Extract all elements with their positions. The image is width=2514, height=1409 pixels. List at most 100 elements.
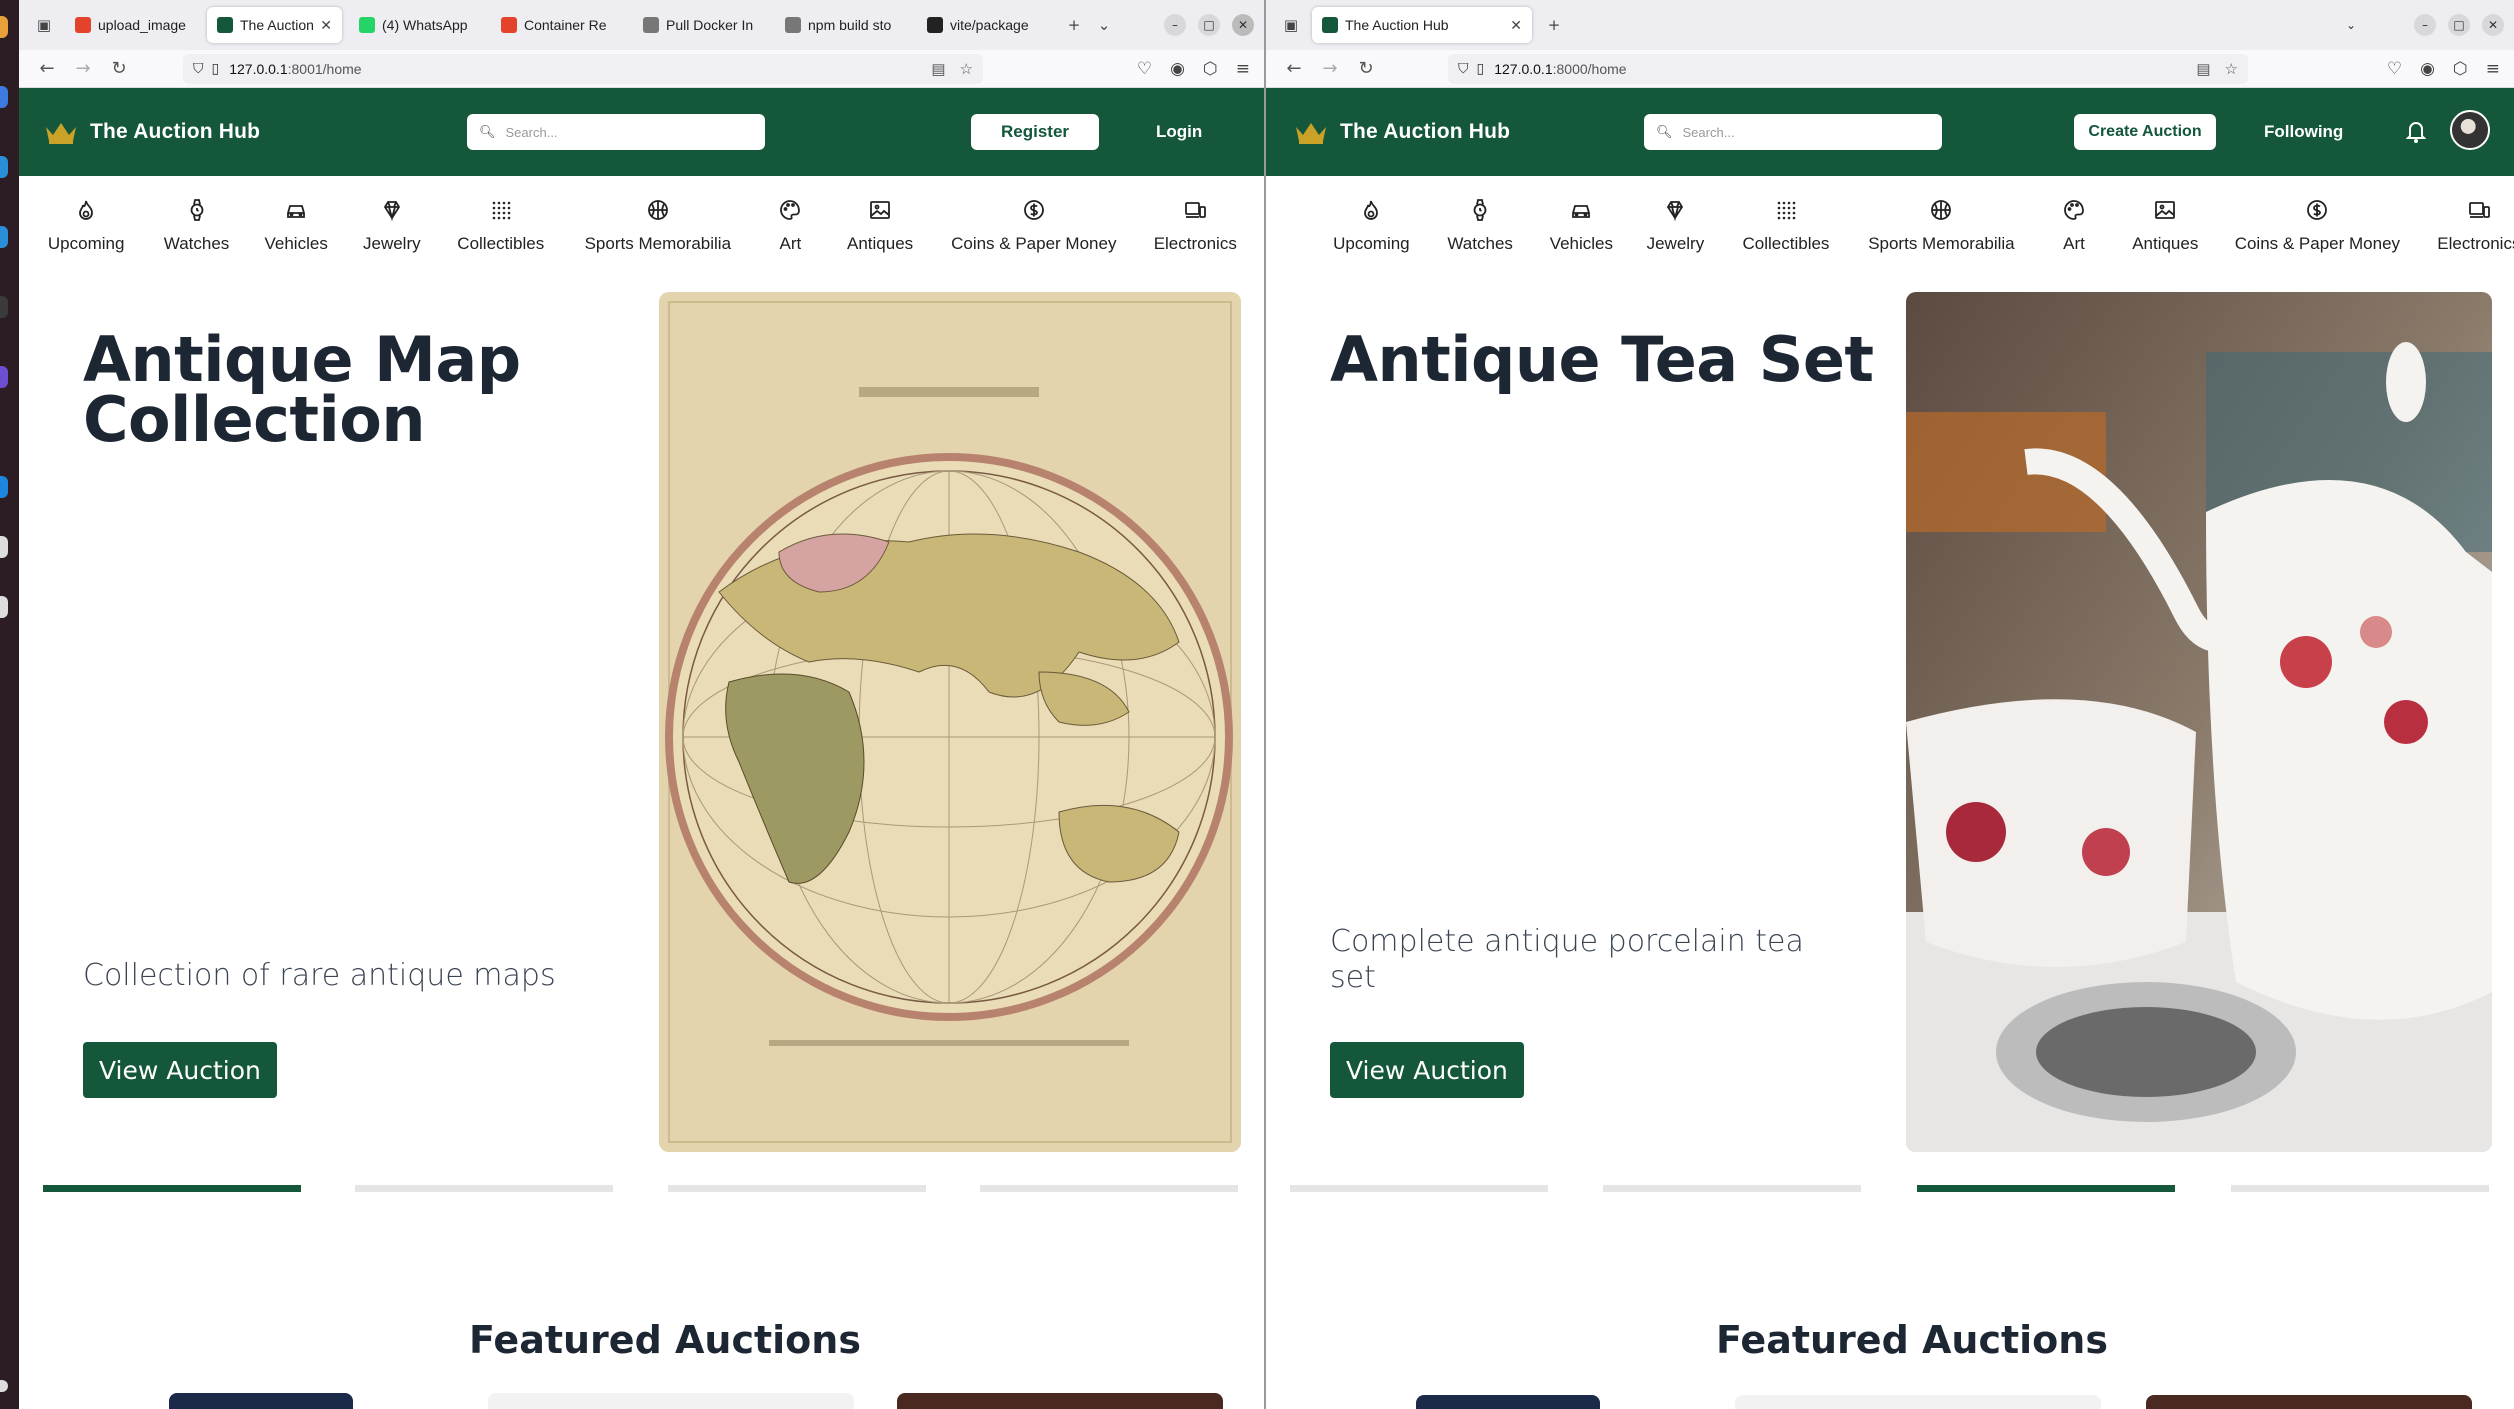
back-icon[interactable]: ← (1276, 58, 1312, 79)
carousel-indicator[interactable] (355, 1185, 613, 1192)
category-sports-memorabilia[interactable]: Sports Memorabilia (585, 198, 731, 254)
dock-app-icon[interactable] (0, 536, 8, 558)
dock-app-grid-icon[interactable] (0, 1380, 8, 1392)
search-input[interactable]: 🔍︎ Search... (467, 114, 765, 150)
category-electronics[interactable]: Electronics (2437, 198, 2514, 254)
carousel-indicator[interactable] (668, 1185, 926, 1192)
forward-icon[interactable]: → (1312, 58, 1348, 79)
category-collectibles[interactable]: Collectibles (457, 198, 544, 254)
dock-app-icon[interactable] (0, 86, 8, 108)
view-auction-button[interactable]: View Auction (83, 1042, 277, 1098)
browser-tab[interactable]: upload_image (65, 7, 200, 43)
menu-icon[interactable]: ≡ (1236, 59, 1250, 79)
category-upcoming[interactable]: Upcoming (48, 198, 124, 254)
featured-card-thumbnail[interactable] (897, 1393, 1223, 1409)
category-electronics[interactable]: Electronics (1154, 198, 1237, 254)
featured-card-thumbnail[interactable] (488, 1393, 854, 1409)
browser-tab[interactable]: vite/package (917, 7, 1052, 43)
category-coins-paper-money[interactable]: Coins & Paper Money (2235, 198, 2400, 254)
extensions-icon[interactable]: ⬡ (2453, 59, 2468, 79)
create-auction-button[interactable]: Create Auction (2074, 114, 2216, 150)
close-window-icon[interactable]: ✕ (2482, 14, 2504, 36)
pocket-icon[interactable]: ♡ (2387, 59, 2402, 79)
account-icon[interactable]: ◉ (2420, 59, 2435, 79)
close-tab-icon[interactable]: ✕ (1510, 17, 1522, 34)
new-tab-icon[interactable]: + (1059, 10, 1089, 40)
pocket-icon[interactable]: ♡ (1137, 59, 1152, 79)
carousel-indicator[interactable] (1290, 1185, 1548, 1192)
bookmark-star-icon[interactable]: ☆ (960, 60, 973, 78)
category-antiques[interactable]: Antiques (2132, 198, 2198, 254)
category-jewelry[interactable]: Jewelry (363, 198, 421, 254)
browser-tab[interactable]: The Auction Hub✕ (1312, 7, 1532, 43)
featured-card-thumbnail[interactable] (169, 1393, 353, 1409)
login-link[interactable]: Login (1156, 114, 1202, 150)
dock-app-icon[interactable] (0, 226, 8, 248)
category-vehicles[interactable]: Vehicles (265, 198, 328, 254)
bell-icon[interactable] (2404, 118, 2428, 144)
tab-list-chevron-icon[interactable]: ⌄ (1089, 10, 1119, 40)
carousel-indicator[interactable] (980, 1185, 1238, 1192)
dock-app-icon[interactable] (0, 156, 8, 178)
bookmark-star-icon[interactable]: ☆ (2225, 60, 2238, 78)
hero-image-tea-set[interactable] (1906, 292, 2492, 1152)
brand-logo[interactable]: The Auction Hub (44, 88, 260, 176)
browser-tab[interactable]: The Auction Hub✕ (207, 7, 342, 43)
address-bar[interactable]: ⛉ ▯ 127.0.0.1:8001/home ▤ ☆ (183, 53, 983, 84)
carousel-indicator[interactable] (2231, 1185, 2489, 1192)
category-coins-paper-money[interactable]: Coins & Paper Money (951, 198, 1116, 254)
dock-app-icon[interactable] (0, 296, 8, 318)
maximize-icon[interactable]: □ (1198, 14, 1220, 36)
category-jewelry[interactable]: Jewelry (1647, 198, 1704, 254)
dock-app-icon[interactable] (0, 16, 8, 38)
new-tab-icon[interactable]: + (1539, 10, 1569, 40)
brand-logo[interactable]: The Auction Hub (1294, 88, 1510, 176)
reader-view-icon[interactable]: ▤ (931, 60, 945, 78)
category-art[interactable]: Art (778, 198, 802, 254)
reader-view-icon[interactable]: ▤ (2196, 60, 2210, 78)
tab-overview-icon[interactable]: ▣ (1276, 10, 1306, 40)
browser-tab[interactable]: Pull Docker In (633, 7, 768, 43)
featured-card-thumbnail[interactable] (1735, 1395, 2101, 1409)
minimize-icon[interactable]: – (2414, 14, 2436, 36)
view-auction-button[interactable]: View Auction (1330, 1042, 1524, 1098)
following-link[interactable]: Following (2264, 114, 2343, 150)
register-button[interactable]: Register (971, 114, 1099, 150)
featured-card-thumbnail[interactable] (2146, 1395, 2472, 1409)
tab-overview-icon[interactable]: ▣ (29, 10, 59, 40)
minimize-icon[interactable]: – (1164, 14, 1186, 36)
category-watches[interactable]: Watches (1447, 198, 1513, 254)
close-window-icon[interactable]: ✕ (1232, 14, 1254, 36)
category-art[interactable]: Art (2062, 198, 2086, 254)
dock-app-icon[interactable] (0, 476, 8, 498)
menu-icon[interactable]: ≡ (2486, 59, 2500, 79)
address-bar[interactable]: ⛉ ▯ 127.0.0.1:8000/home ▤ ☆ (1448, 53, 2248, 84)
close-tab-icon[interactable]: ✕ (320, 17, 332, 34)
avatar[interactable] (2450, 110, 2490, 150)
carousel-indicator[interactable] (1917, 1185, 2175, 1192)
browser-tab[interactable]: (4) WhatsApp (349, 7, 484, 43)
browser-tab[interactable]: npm build sto (775, 7, 910, 43)
featured-card-thumbnail[interactable] (1416, 1395, 1600, 1409)
reload-icon[interactable]: ↻ (1348, 58, 1384, 79)
extensions-icon[interactable]: ⬡ (1203, 59, 1218, 79)
forward-icon[interactable]: → (65, 58, 101, 79)
account-icon[interactable]: ◉ (1170, 59, 1185, 79)
tab-list-chevron-icon[interactable]: ⌄ (2340, 14, 2362, 36)
dock-app-icon[interactable] (0, 596, 8, 618)
reload-icon[interactable]: ↻ (101, 58, 137, 79)
hero-image-antique-map[interactable] (659, 292, 1241, 1152)
category-collectibles[interactable]: Collectibles (1743, 198, 1829, 254)
maximize-icon[interactable]: □ (2448, 14, 2470, 36)
category-antiques[interactable]: Antiques (847, 198, 913, 254)
browser-tab[interactable]: Container Re (491, 7, 626, 43)
category-vehicles[interactable]: Vehicles (1550, 198, 1613, 254)
category-watches[interactable]: Watches (164, 198, 229, 254)
carousel-indicator[interactable] (43, 1185, 301, 1192)
category-sports-memorabilia[interactable]: Sports Memorabilia (1868, 198, 2015, 254)
category-upcoming[interactable]: Upcoming (1333, 198, 1410, 254)
dock-app-icon[interactable] (0, 366, 8, 388)
back-icon[interactable]: ← (29, 58, 65, 79)
carousel-indicator[interactable] (1603, 1185, 1861, 1192)
search-input[interactable]: 🔍︎ Search... (1644, 114, 1942, 150)
